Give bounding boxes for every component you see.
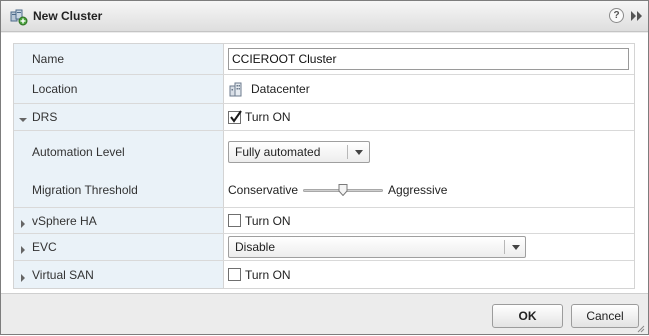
select-separator	[347, 145, 348, 159]
vsphere-ha-checkbox-label[interactable]: Turn ON	[245, 214, 291, 228]
name-label: Name	[32, 52, 65, 66]
expand-icon[interactable]	[629, 9, 645, 23]
vsphere-ha-value: Turn ON	[228, 214, 291, 228]
vsphere-ha-row: vSphere HA Turn ON	[14, 208, 634, 234]
ok-button[interactable]: OK	[492, 304, 563, 328]
name-row: Name	[14, 44, 634, 75]
chevron-down-icon	[355, 150, 363, 155]
resize-grip-icon[interactable]	[635, 322, 645, 333]
automation-level-value: Fully automated	[228, 141, 370, 163]
dialog-title: New Cluster	[33, 9, 103, 23]
select-separator	[504, 240, 505, 254]
automation-level-select[interactable]: Fully automated	[228, 141, 370, 163]
cluster-settings-form: Name Location	[13, 43, 635, 289]
location-value: Datacenter	[228, 81, 310, 97]
virtual-san-checkbox[interactable]	[228, 268, 241, 281]
slider-thumb[interactable]	[338, 184, 348, 197]
location-text[interactable]: Datacenter	[251, 82, 310, 96]
drs-checkbox-label[interactable]: Turn ON	[245, 110, 291, 124]
migration-threshold-label: Migration Threshold	[32, 183, 138, 197]
virtual-san-value: Turn ON	[228, 268, 291, 282]
chevron-down-icon	[512, 245, 520, 250]
drs-row: DRS Turn ON	[14, 104, 634, 131]
migration-threshold-slider[interactable]	[303, 183, 384, 197]
drs-checkbox[interactable]	[228, 109, 242, 124]
expand-caret-icon[interactable]	[19, 271, 27, 282]
vsphere-ha-label: vSphere HA	[32, 213, 97, 228]
name-value	[228, 48, 629, 70]
title-bar[interactable]: New Cluster ?	[1, 1, 648, 32]
slider-max-label: Aggressive	[388, 183, 448, 197]
virtual-san-label: Virtual SAN	[32, 267, 94, 282]
dialog-content: Name Location	[1, 33, 648, 293]
slider-min-label: Conservative	[228, 183, 299, 197]
location-row: Location Datacenter	[14, 75, 634, 104]
dialog-footer: OK Cancel	[1, 293, 648, 334]
new-cluster-dialog: New Cluster ? Name Location	[0, 0, 649, 335]
name-input[interactable]	[228, 48, 629, 70]
cluster-icon	[10, 8, 28, 26]
evc-selected: Disable	[235, 240, 276, 254]
evc-label: EVC	[32, 240, 57, 254]
collapse-caret-icon[interactable]	[19, 113, 27, 122]
location-label: Location	[32, 82, 78, 96]
automation-level-label: Automation Level	[32, 145, 125, 159]
evc-value: Disable	[228, 236, 526, 258]
drs-label: DRS	[32, 110, 58, 124]
automation-level-selected: Fully automated	[235, 145, 321, 159]
automation-level-row: Automation Level Fully automated	[14, 131, 634, 173]
virtual-san-checkbox-label[interactable]: Turn ON	[245, 268, 291, 282]
vsphere-ha-checkbox[interactable]	[228, 214, 241, 227]
migration-threshold-value: Conservative Aggressive	[228, 183, 447, 197]
expand-caret-icon[interactable]	[19, 243, 27, 254]
datacenter-icon	[228, 81, 244, 97]
evc-row: EVC Disable	[14, 234, 634, 261]
drs-value: Turn ON	[228, 109, 291, 124]
virtual-san-row: Virtual SAN Turn ON	[14, 261, 634, 288]
migration-threshold-row: Migration Threshold Conservative Aggress…	[14, 173, 634, 208]
help-icon[interactable]: ?	[609, 8, 624, 23]
evc-select[interactable]: Disable	[228, 236, 526, 258]
expand-caret-icon[interactable]	[19, 217, 27, 228]
cancel-button[interactable]: Cancel	[571, 304, 639, 328]
